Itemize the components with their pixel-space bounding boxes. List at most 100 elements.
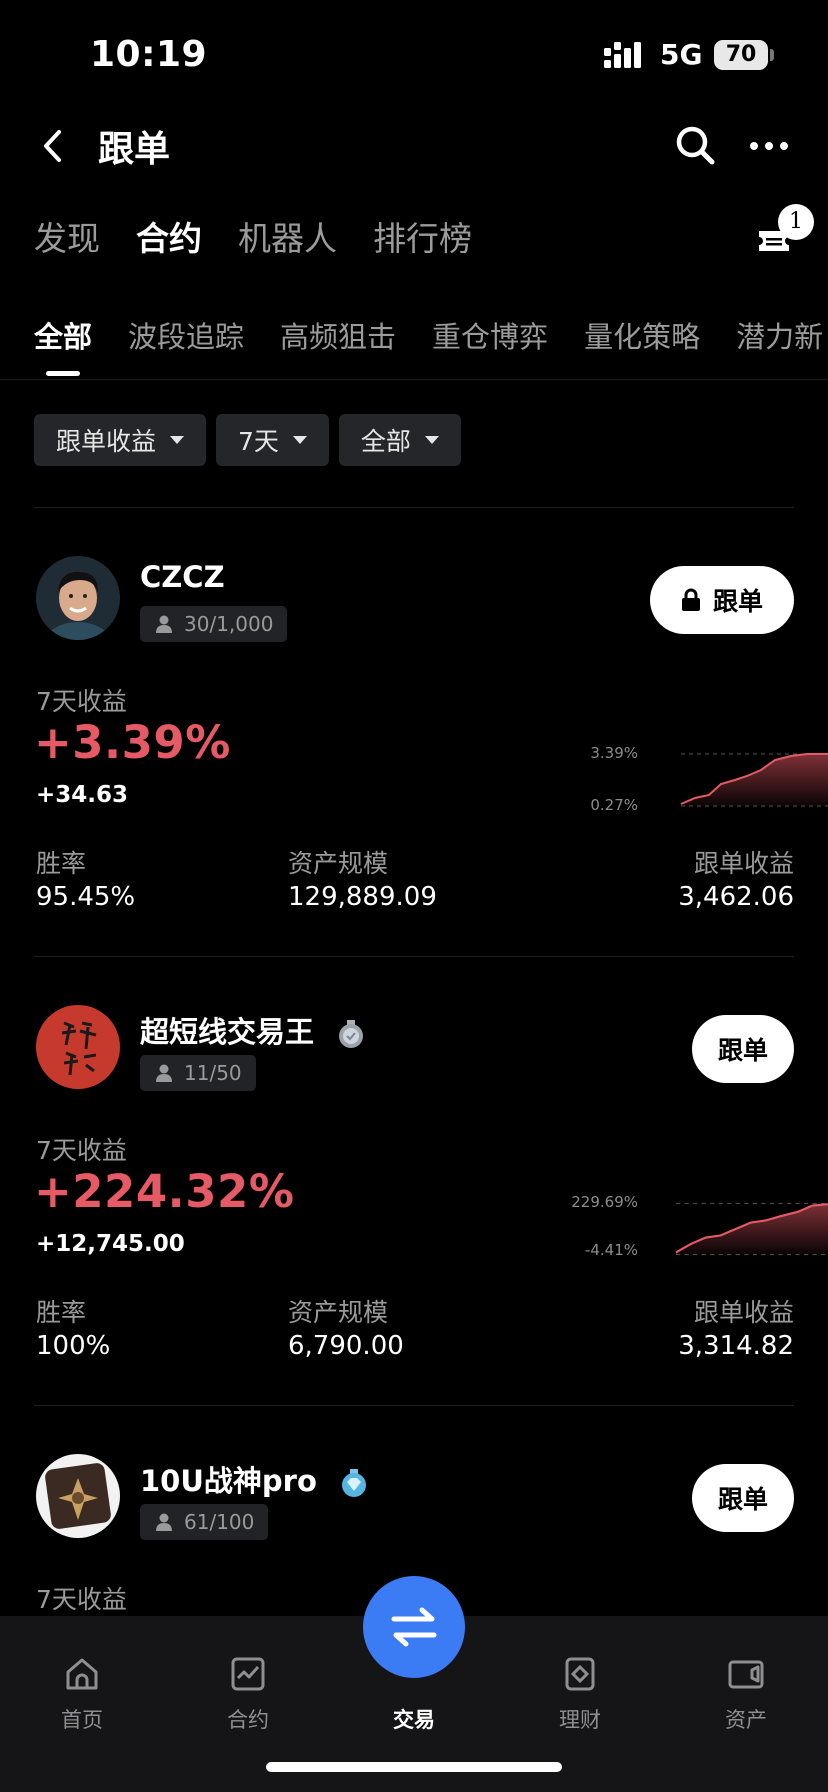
aum-value: 129,889.09 xyxy=(288,882,437,912)
profit-label: 7天收益 xyxy=(36,1136,127,1165)
avatar-image xyxy=(36,1454,120,1538)
profit-amount: +34.63 xyxy=(36,782,129,808)
avatar-image xyxy=(36,556,120,640)
trader-name: 超短线交易王 xyxy=(140,1009,366,1051)
follower-count-value: 30/1,000 xyxy=(184,612,274,636)
chart-high-label: 229.69% xyxy=(571,1193,638,1211)
subtab-swing[interactable]: 波段追踪 xyxy=(128,314,244,356)
win-rate-label: 胜率 xyxy=(36,1298,87,1327)
subtab-quant[interactable]: 量化策略 xyxy=(584,314,700,356)
person-icon xyxy=(156,1064,172,1082)
nav-header: 跟单 xyxy=(0,110,828,182)
profit-percent: +3.39% xyxy=(34,716,231,769)
tab-discover[interactable]: 发现 xyxy=(34,212,100,268)
network-type: 5G xyxy=(660,38,703,71)
win-rate-label: 胜率 xyxy=(36,849,87,878)
home-icon xyxy=(66,1658,98,1690)
period-filter[interactable]: 7天 xyxy=(216,414,329,466)
category-tabs: 全部 波段追踪 高频狙击 重仓博弈 量化策略 潜力新 xyxy=(0,310,828,380)
tab-contract[interactable]: 合约 xyxy=(136,212,202,268)
wallet-icon xyxy=(728,1660,764,1689)
aum-label: 资产规模 xyxy=(288,1298,389,1327)
back-button[interactable] xyxy=(30,122,74,170)
page-title: 跟单 xyxy=(98,129,171,170)
nav-contract-label: 合约 xyxy=(227,1708,269,1732)
nav-assets-label: 资产 xyxy=(725,1708,767,1732)
trader-name-text: 10U战神pro xyxy=(140,1464,317,1498)
profit-sparkline xyxy=(680,753,828,807)
trader-name: CZCZ xyxy=(140,560,225,594)
type-filter-label: 全部 xyxy=(360,427,411,456)
nav-home-label: 首页 xyxy=(61,1708,103,1732)
more-icon[interactable] xyxy=(748,128,790,164)
tab-bot[interactable]: 机器人 xyxy=(238,212,337,268)
copy-trade-button[interactable]: 跟单 xyxy=(650,566,794,634)
subtab-all[interactable]: 全部 xyxy=(34,314,92,356)
wealth-icon xyxy=(565,1657,595,1691)
profit-label: 7天收益 xyxy=(36,687,127,716)
sort-filter-label: 跟单收益 xyxy=(56,427,157,456)
sort-filter[interactable]: 跟单收益 xyxy=(34,414,207,466)
period-filter-label: 7天 xyxy=(238,427,279,456)
follower-count-value: 61/100 xyxy=(184,1510,255,1534)
cellular-signal-icon xyxy=(604,42,641,68)
search-icon[interactable] xyxy=(672,122,718,168)
profit-sparkline xyxy=(675,1202,828,1256)
chart-high-label: 3.39% xyxy=(590,744,638,762)
battery-icon: 70 xyxy=(714,40,768,70)
copy-trade-button[interactable]: 跟单 xyxy=(692,1015,794,1083)
caret-down-icon xyxy=(424,436,439,444)
subtab-heavy[interactable]: 重仓博弈 xyxy=(432,314,548,356)
divider xyxy=(34,956,794,957)
swap-arrows-icon xyxy=(391,1607,437,1647)
avatar[interactable] xyxy=(36,1454,120,1538)
person-icon xyxy=(156,1513,172,1531)
follower-count: 11/50 xyxy=(140,1055,256,1091)
nav-wealth-label: 理财 xyxy=(559,1708,601,1732)
follower-count-value: 11/50 xyxy=(184,1061,242,1085)
aum-value: 6,790.00 xyxy=(288,1331,404,1361)
aum-label: 资产规模 xyxy=(288,849,389,878)
nav-assets[interactable]: 资产 xyxy=(696,1640,796,1734)
chart-low-label: -4.41% xyxy=(584,1241,638,1259)
copy-trade-button[interactable]: 跟单 xyxy=(692,1464,794,1532)
win-rate-value: 100% xyxy=(36,1331,111,1361)
follower-count: 61/100 xyxy=(140,1504,269,1540)
nav-contract[interactable]: 合约 xyxy=(198,1640,298,1734)
copy-profit-value: 3,314.82 xyxy=(678,1331,794,1361)
trader-name: 10U战神pro xyxy=(140,1458,369,1500)
type-filter[interactable]: 全部 xyxy=(338,414,461,466)
nav-wealth[interactable]: 理财 xyxy=(530,1640,630,1734)
trade-button[interactable] xyxy=(363,1576,465,1678)
nav-trade-label: 交易 xyxy=(393,1708,435,1732)
avatar[interactable] xyxy=(36,556,120,640)
copy-trade-label: 跟单 xyxy=(712,587,763,616)
divider xyxy=(34,1405,794,1406)
status-bar: 10:19 5G 70 xyxy=(0,0,828,100)
copy-trade-label: 跟单 xyxy=(717,1485,768,1514)
nav-home[interactable]: 首页 xyxy=(32,1640,132,1734)
notification-badge: 1 xyxy=(778,204,814,240)
trader-name-text: 超短线交易王 xyxy=(140,1015,315,1049)
profit-label: 7天收益 xyxy=(36,1585,127,1614)
chevron-left-icon xyxy=(44,130,61,162)
silver-medal-icon xyxy=(339,1020,364,1048)
avatar[interactable] xyxy=(36,1005,120,1089)
filter-bar: 跟单收益 7天 全部 xyxy=(34,414,461,466)
profit-amount: +12,745.00 xyxy=(36,1231,185,1257)
subtab-hft[interactable]: 高频狙击 xyxy=(280,314,396,356)
battery-tip xyxy=(770,49,774,61)
copy-trade-label: 跟单 xyxy=(717,1036,768,1065)
subtab-potential[interactable]: 潜力新 xyxy=(736,314,823,356)
profit-percent: +224.32% xyxy=(34,1165,295,1218)
caret-down-icon xyxy=(170,436,185,444)
win-rate-value: 95.45% xyxy=(36,882,136,912)
chart-low-label: 0.27% xyxy=(590,796,638,814)
copy-profit-label: 跟单收益 xyxy=(693,1298,794,1327)
tab-leaderboard[interactable]: 排行榜 xyxy=(373,212,472,268)
copy-profit-value: 3,462.06 xyxy=(678,882,794,912)
divider xyxy=(34,507,794,508)
caret-down-icon xyxy=(292,436,307,444)
copy-profit-label: 跟单收益 xyxy=(693,849,794,878)
follower-count: 30/1,000 xyxy=(140,606,288,642)
